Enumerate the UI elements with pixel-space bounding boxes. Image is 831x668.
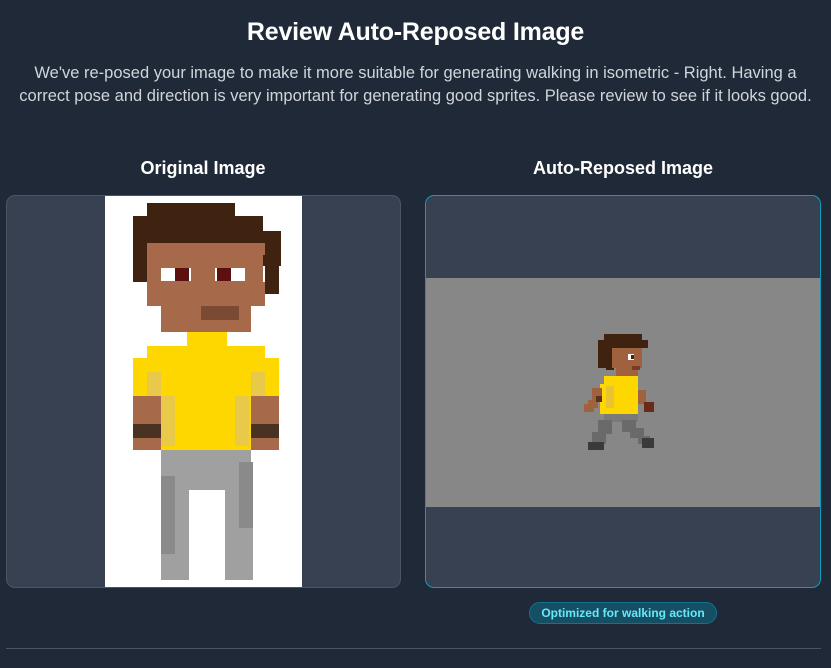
dialog-description: We've re-posed your image to make it mor… — [19, 64, 812, 105]
original-image — [105, 196, 302, 587]
reposed-image-heading: Auto-Reposed Image — [532, 158, 714, 178]
original-image-heading: Original Image — [140, 158, 266, 178]
optimized-badge: Optimized for walking action — [529, 602, 717, 624]
walking-sprite-icon — [584, 334, 654, 450]
original-sprite-icon — [133, 203, 281, 580]
dialog-title: Review Auto-Reposed Image — [246, 18, 585, 46]
review-reposed-dialog: Review Auto-Reposed Image We've re-posed… — [0, 0, 831, 668]
original-image-panel[interactable] — [6, 195, 401, 588]
reposed-image-panel[interactable] — [425, 195, 821, 588]
reposed-image — [426, 278, 820, 507]
footer-divider — [6, 648, 821, 649]
